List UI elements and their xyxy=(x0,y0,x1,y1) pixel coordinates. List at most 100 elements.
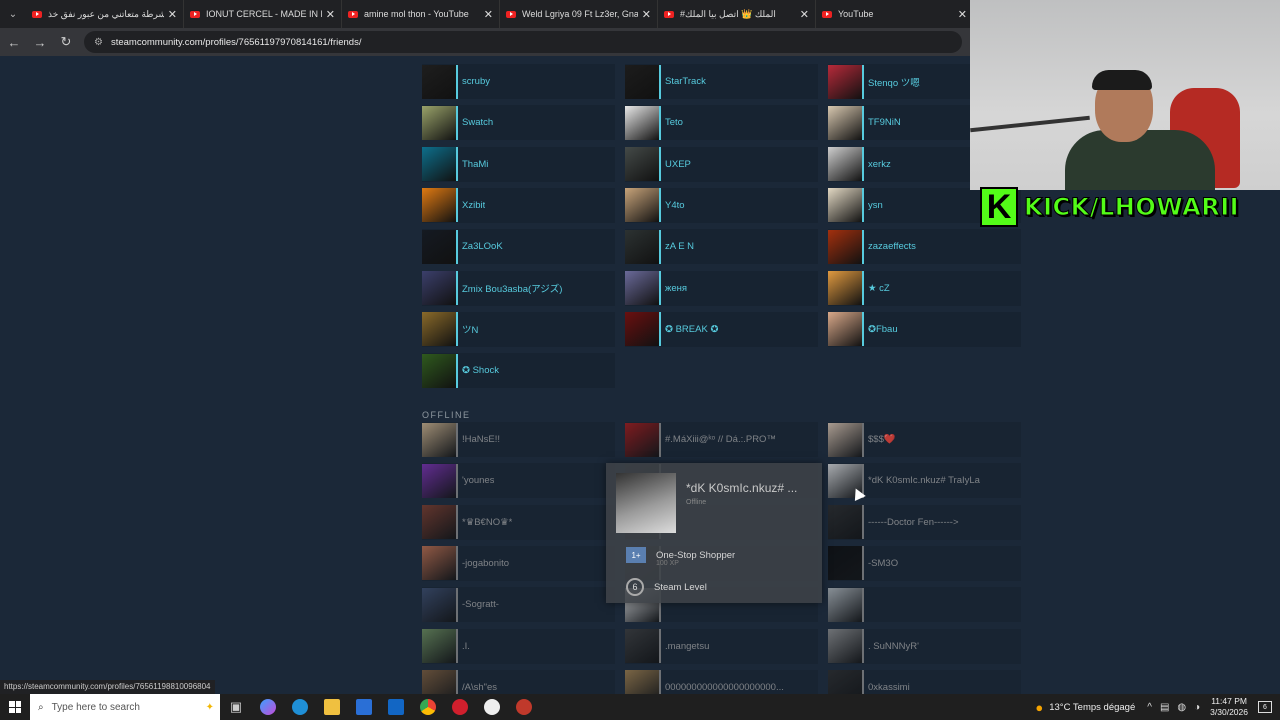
offline-friend-card[interactable]: . SuNNNyR' xyxy=(828,628,1021,664)
status-bar xyxy=(862,629,864,663)
offline-friend-card[interactable]: -SM3O xyxy=(828,545,1021,581)
friend-name: ✪ BREAK ✪ xyxy=(665,323,719,335)
close-icon[interactable]: ✕ xyxy=(326,8,335,21)
offline-friend-card[interactable]: 'younes xyxy=(422,463,615,499)
browser-tab[interactable]: الشرطة متعاتني من عبور نفق خذ ✕ xyxy=(26,0,184,28)
online-friend-card[interactable]: StarTrack xyxy=(625,64,818,99)
chevron-up-icon[interactable]: ^ xyxy=(1147,702,1152,713)
avatar xyxy=(422,546,456,581)
outlook-icon[interactable] xyxy=(380,694,412,720)
online-friend-card[interactable]: Swatch xyxy=(422,105,615,141)
friend-name: Swatch xyxy=(462,117,494,129)
microphone-icon[interactable]: ◍ xyxy=(1177,702,1186,713)
offline-friend-card[interactable]: !HaNsE!! xyxy=(422,422,615,457)
online-friend-card[interactable]: ★ cZ xyxy=(828,270,1021,306)
offline-friend-card[interactable]: -jogabonito xyxy=(422,545,615,581)
online-friend-card[interactable]: ✪Fbau xyxy=(828,311,1021,347)
notification-center-icon[interactable]: 6 xyxy=(1258,701,1272,713)
offline-friend-card[interactable]: ------Doctor Fen------> xyxy=(828,504,1021,540)
offline-friend-card[interactable] xyxy=(828,587,1021,623)
browser-tab[interactable]: Weld Lgriya 09 Ft Lz3er, Gnawi ✕ xyxy=(500,0,658,28)
avatar xyxy=(828,271,862,305)
edge-icon[interactable] xyxy=(284,694,316,720)
avatar xyxy=(422,422,456,457)
close-icon[interactable]: ✕ xyxy=(642,8,651,21)
online-friend-card[interactable]: ThaMi xyxy=(422,146,615,182)
friend-name: Xzibit xyxy=(462,199,486,211)
offline-friend-card[interactable]: -Sogratt- xyxy=(422,587,615,623)
status-bar xyxy=(456,546,458,581)
status-bar xyxy=(659,147,661,182)
online-friend-card[interactable]: scruby xyxy=(422,64,615,99)
taskbar-search[interactable]: ⌕ Type here to search ✦ xyxy=(30,694,220,720)
store-icon[interactable] xyxy=(348,694,380,720)
online-friend-card[interactable]: ✪ BREAK ✪ xyxy=(625,311,818,347)
site-settings-icon[interactable]: ⚙ xyxy=(94,37,103,48)
obs-record-icon[interactable] xyxy=(508,694,540,720)
offline-friend-card[interactable]: .mangetsu xyxy=(625,628,818,664)
windows-taskbar: ⌕ Type here to search ✦ ▣ ● 13°C Temps d… xyxy=(0,694,1280,720)
avatar xyxy=(625,629,659,663)
close-icon[interactable]: ✕ xyxy=(958,8,967,21)
status-bar xyxy=(456,422,458,457)
offline-friend-card[interactable]: #.MáXiii@ᵏᵒ // Dá.:.PRO™ xyxy=(625,422,818,457)
status-bar xyxy=(456,64,458,99)
weather-widget[interactable]: ● 13°C Temps dégagé xyxy=(1035,700,1135,715)
back-arrow-icon[interactable]: ← xyxy=(2,30,26,54)
friend-name: ✪Fbau xyxy=(868,323,898,335)
url-field[interactable]: ⚙ steamcommunity.com/profiles/7656119797… xyxy=(84,31,962,53)
avatar xyxy=(828,587,862,622)
kick-logo-icon: K xyxy=(980,187,1018,227)
offline-friend-card[interactable]: *♛B€NO♛* xyxy=(422,504,615,540)
close-icon[interactable]: ✕ xyxy=(168,8,177,21)
browser-tab[interactable]: #الملك 👑 اتصل بيا الملك ✕ xyxy=(658,0,816,28)
offline-friend-card[interactable]: .I. xyxy=(422,628,615,664)
file-explorer-icon[interactable] xyxy=(316,694,348,720)
badge-name: One-Stop Shopper xyxy=(656,549,736,561)
network-icon[interactable]: ▤ xyxy=(1160,702,1169,713)
online-friend-card[interactable]: Teto xyxy=(625,105,818,141)
online-friend-card[interactable]: ツN xyxy=(422,311,615,347)
capcut-icon[interactable] xyxy=(476,694,508,720)
friend-name: .mangetsu xyxy=(665,640,710,652)
online-friend-card[interactable]: Zmix Bou3asba(アジズ) xyxy=(422,270,615,306)
friend-name: #.MáXiii@ᵏᵒ // Dá.:.PRO™ xyxy=(665,434,776,445)
online-friend-card[interactable]: UXEP xyxy=(625,146,818,182)
tab-search-chevron-icon[interactable]: ⌄ xyxy=(0,0,26,28)
online-friend-card[interactable]: zazaeffects xyxy=(828,229,1021,265)
online-friend-card[interactable]: женя xyxy=(625,270,818,306)
avatar xyxy=(422,463,456,498)
task-view-icon[interactable]: ▣ xyxy=(220,694,252,720)
reload-icon[interactable]: ↻ xyxy=(54,30,78,54)
status-bar xyxy=(862,422,864,457)
browser-tab[interactable]: amine mol thon - YouTube ✕ xyxy=(342,0,500,28)
avatar xyxy=(422,353,456,388)
badge-icon: 1+ xyxy=(626,547,646,563)
offline-friend-card[interactable]: $$$❤️ xyxy=(828,422,1021,457)
chrome-icon[interactable] xyxy=(412,694,444,720)
online-friend-card[interactable]: zA E N xyxy=(625,229,818,265)
online-friend-card[interactable]: ✪ Shock xyxy=(422,353,615,389)
avatar xyxy=(422,629,456,663)
popup-status: Offline xyxy=(686,499,707,506)
copilot-icon[interactable] xyxy=(252,694,284,720)
online-friend-card[interactable]: Xzibit xyxy=(422,187,615,223)
close-icon[interactable]: ✕ xyxy=(800,8,809,21)
volume-icon[interactable]: ◑ xyxy=(1194,702,1200,713)
close-icon[interactable]: ✕ xyxy=(484,8,493,21)
friend-name: ------Doctor Fen------> xyxy=(868,516,959,528)
forward-arrow-icon[interactable]: → xyxy=(28,30,52,54)
opera-icon[interactable] xyxy=(444,694,476,720)
status-bar xyxy=(659,271,661,305)
webcam-person-cap xyxy=(1092,70,1152,90)
start-button[interactable] xyxy=(0,694,30,720)
browser-tab[interactable]: IONUT CERCEL - MADE IN RO ✕ xyxy=(184,0,342,28)
webcam-overlay xyxy=(970,0,1280,190)
taskbar-clock[interactable]: 11:47 PM 3/30/2026 xyxy=(1210,696,1248,718)
online-friend-card[interactable]: Y4to xyxy=(625,187,818,223)
online-friend-card[interactable]: Za3LOoK xyxy=(422,229,615,265)
browser-tab[interactable]: YouTube ✕ xyxy=(816,0,974,28)
avatar xyxy=(422,147,456,182)
weather-sun-icon: ● xyxy=(1035,699,1044,715)
copilot-spark-icon[interactable]: ✦ xyxy=(206,702,214,713)
